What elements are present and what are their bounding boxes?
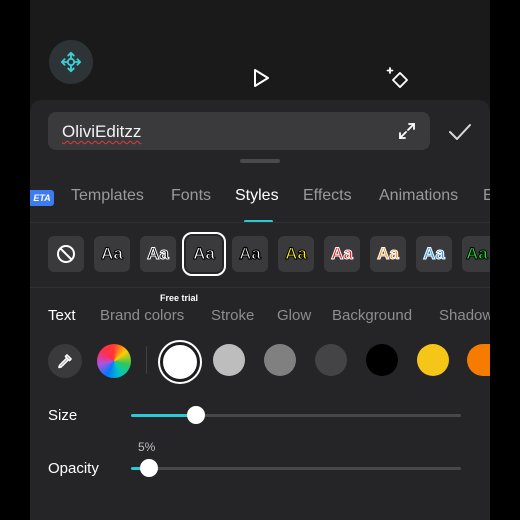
subtab-shadow[interactable]: Shadow xyxy=(439,307,490,324)
subtab-brand-colors[interactable]: Brand colors xyxy=(100,307,184,324)
magic-button[interactable] xyxy=(386,66,410,90)
top-bar xyxy=(30,0,490,100)
preset-style-8[interactable]: Aa xyxy=(416,236,452,272)
free-trial-badge: Free trial xyxy=(160,293,199,303)
subtab-background[interactable]: Background xyxy=(332,307,412,324)
preset-none[interactable] xyxy=(48,236,84,272)
swatch-orange[interactable] xyxy=(467,344,490,376)
play-button[interactable] xyxy=(250,66,272,90)
opacity-label: Opacity xyxy=(48,460,99,477)
subtab-glow[interactable]: Glow xyxy=(277,307,311,324)
preset-style-5[interactable]: Aa xyxy=(278,236,314,272)
opacity-slider-knob[interactable] xyxy=(140,459,158,477)
size-label: Size xyxy=(48,407,78,424)
tab-animations[interactable]: Animations xyxy=(379,187,458,205)
swatch-light-gray[interactable] xyxy=(213,344,245,376)
move-handle-button[interactable] xyxy=(49,40,93,84)
swatch-dark-gray[interactable] xyxy=(315,344,347,376)
subtab-stroke[interactable]: Stroke xyxy=(211,307,254,324)
preset-style-4[interactable]: Aa xyxy=(232,236,268,272)
tab-more[interactable]: E xyxy=(483,187,490,205)
text-style-panel: OliviEditzz ETA Templates Fonts Styles E… xyxy=(30,100,490,520)
drag-handle[interactable] xyxy=(240,159,280,163)
tab-styles[interactable]: Styles xyxy=(235,187,279,205)
opacity-value: 5% xyxy=(138,440,156,454)
style-presets: Aa Aa Aa Aa Aa Aa Aa Aa Aa xyxy=(30,232,490,276)
eyedropper-button[interactable] xyxy=(48,344,82,378)
preset-style-2[interactable]: Aa xyxy=(140,236,176,272)
text-input-value[interactable]: OliviEditzz xyxy=(62,122,141,142)
opacity-slider-track[interactable] xyxy=(131,467,461,470)
divider xyxy=(30,287,490,288)
play-icon xyxy=(254,69,269,87)
preset-style-9[interactable]: Aa xyxy=(462,236,490,272)
no-style-icon xyxy=(57,245,75,263)
size-slider-knob[interactable] xyxy=(187,406,205,424)
color-swatches xyxy=(30,341,490,382)
preset-style-7[interactable]: Aa xyxy=(370,236,406,272)
eyedropper-icon xyxy=(58,354,72,369)
tab-fonts[interactable]: Fonts xyxy=(171,187,211,205)
tab-templates[interactable]: Templates xyxy=(71,187,144,205)
divider xyxy=(30,222,490,223)
text-input-field[interactable]: OliviEditzz xyxy=(48,112,430,150)
checkmark-icon[interactable] xyxy=(448,122,472,142)
swatch-divider xyxy=(146,346,147,374)
expand-icon[interactable] xyxy=(398,122,416,140)
swatch-white-selected[interactable] xyxy=(160,342,200,382)
tab-effects[interactable]: Effects xyxy=(303,187,352,205)
style-tabs: ETA Templates Fonts Styles Effects Anima… xyxy=(30,184,490,214)
preset-style-1[interactable]: Aa xyxy=(94,236,130,272)
preset-style-3[interactable]: Aa xyxy=(182,232,226,276)
swatch-yellow[interactable] xyxy=(417,344,449,376)
color-wheel-button[interactable] xyxy=(97,344,131,378)
beta-badge: ETA xyxy=(30,190,54,206)
swatch-black[interactable] xyxy=(366,344,398,376)
size-slider-fill xyxy=(131,414,195,417)
subtab-text[interactable]: Text xyxy=(48,307,76,324)
magic-wand-icon xyxy=(386,67,408,88)
preset-style-6[interactable]: Aa xyxy=(324,236,360,272)
swatch-gray[interactable] xyxy=(264,344,296,376)
style-subtabs: Text Brand colors Stroke Glow Background… xyxy=(30,305,490,329)
text-editor-app: OliviEditzz ETA Templates Fonts Styles E… xyxy=(30,0,490,520)
crosshair-move-icon xyxy=(60,51,82,73)
